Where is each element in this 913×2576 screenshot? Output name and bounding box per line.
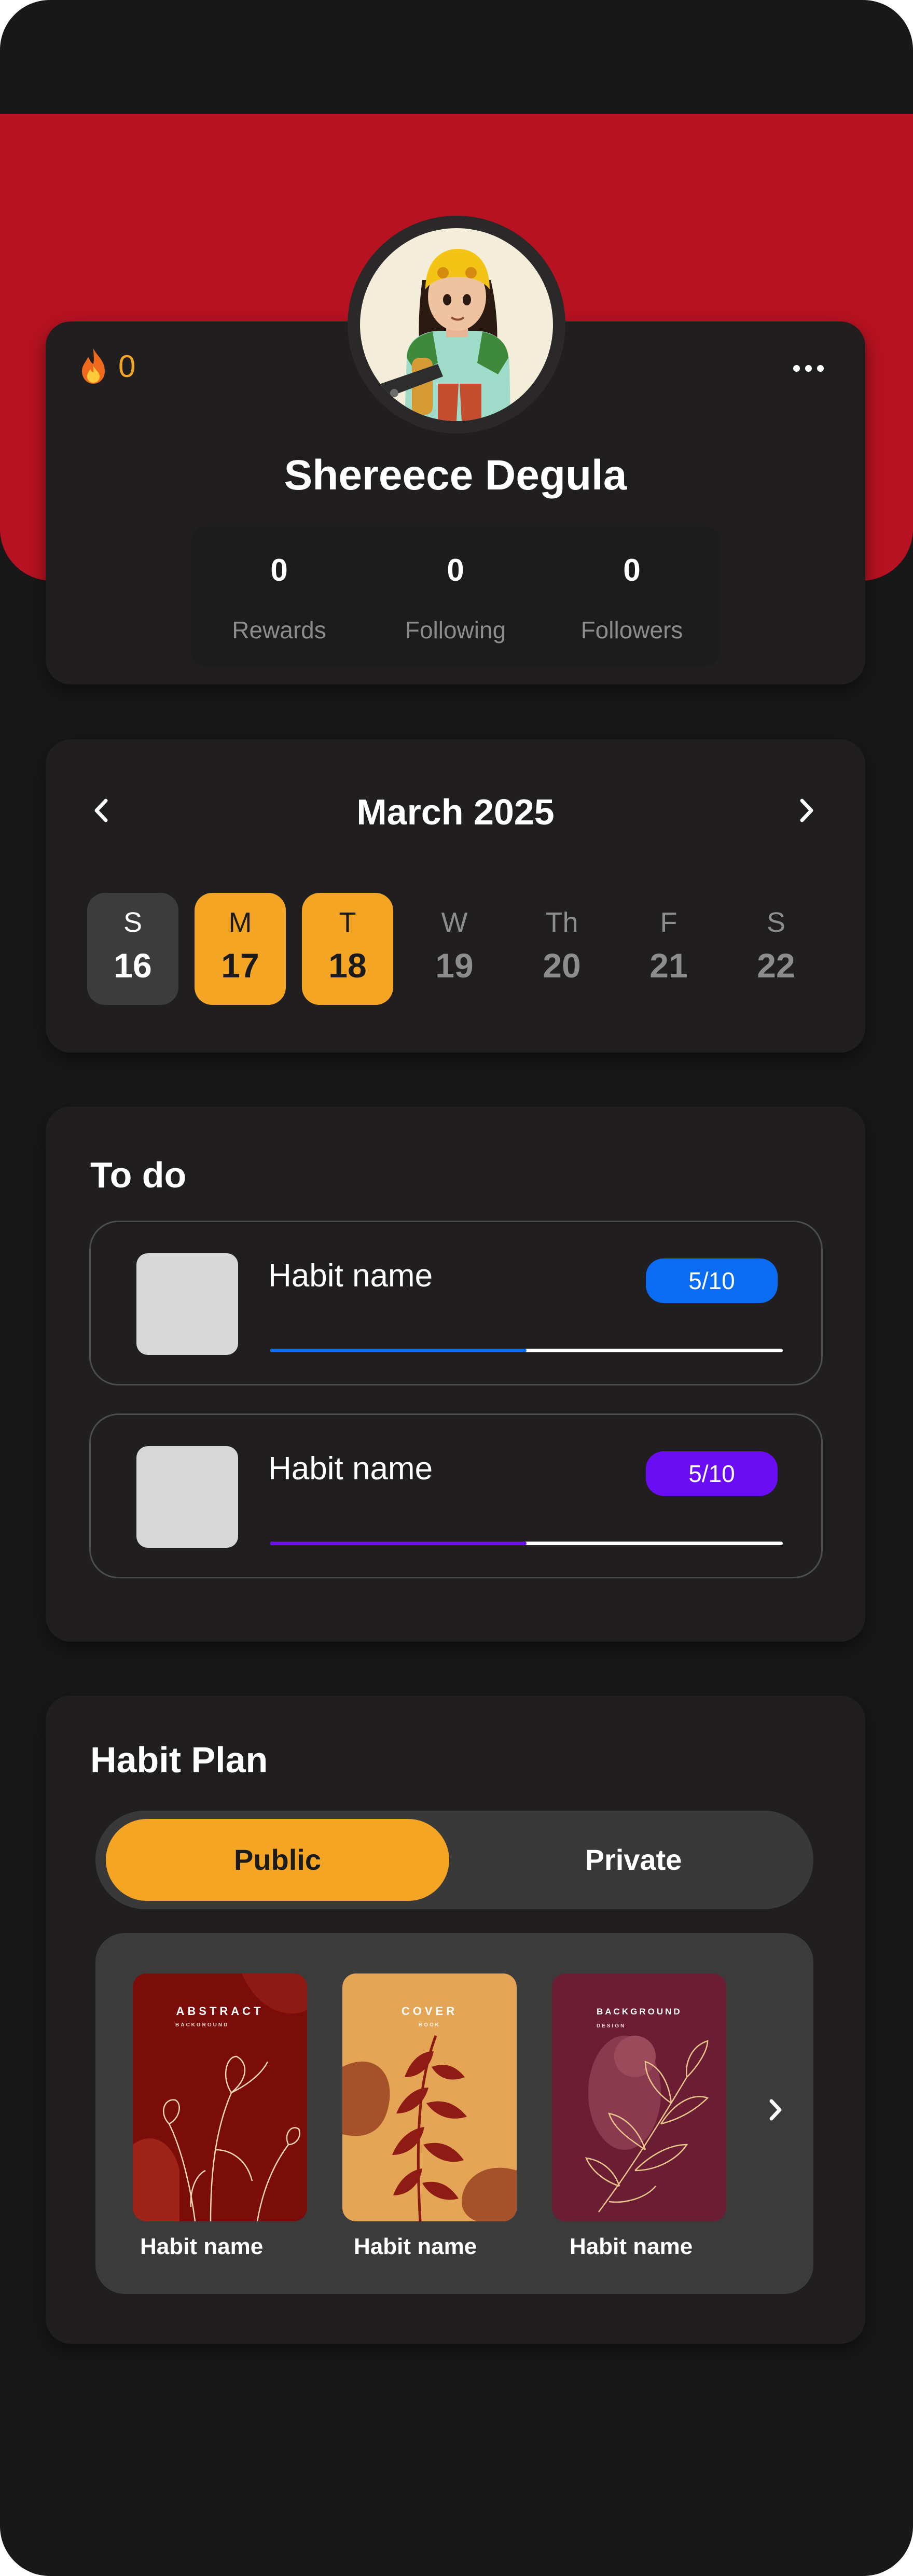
stat-following[interactable]: 0 Following bbox=[367, 526, 544, 666]
habit-plan-label: Habit name bbox=[354, 2234, 477, 2259]
more-options-button[interactable] bbox=[793, 365, 824, 372]
calendar-day[interactable]: M 17 bbox=[195, 893, 286, 1005]
day-date: 19 bbox=[435, 946, 474, 985]
habit-progress-fill bbox=[270, 1349, 527, 1352]
carousel-next-button[interactable] bbox=[768, 2098, 783, 2124]
calendar-day[interactable]: T 18 bbox=[302, 893, 393, 1005]
calendar-day[interactable]: S 22 bbox=[730, 893, 822, 1005]
chevron-right-icon bbox=[800, 799, 813, 822]
habit-plan-cover[interactable]: COVER BOOK bbox=[342, 1973, 517, 2221]
day-name: M bbox=[228, 907, 252, 938]
cover-subtitle: DESIGN bbox=[597, 2023, 626, 2029]
day-date: 22 bbox=[757, 946, 795, 985]
habit-plan-title: Habit Plan bbox=[90, 1740, 268, 1780]
calendar-month-title: March 2025 bbox=[356, 792, 555, 832]
stat-label: Following bbox=[405, 617, 506, 643]
next-month-button[interactable] bbox=[798, 797, 815, 826]
day-name: Th bbox=[545, 907, 578, 938]
cover-subtitle: BOOK bbox=[419, 2022, 440, 2028]
day-name: W bbox=[441, 907, 468, 938]
day-name: S bbox=[766, 907, 786, 938]
stat-value: 0 bbox=[623, 553, 641, 587]
cover-title: COVER bbox=[401, 2005, 458, 2018]
profile-name: Shereece Degula bbox=[284, 452, 627, 499]
day-date: 16 bbox=[114, 946, 152, 985]
habit-progress-badge: 5/10 bbox=[646, 1451, 778, 1496]
stat-value: 0 bbox=[447, 553, 464, 587]
calendar-day[interactable]: F 21 bbox=[623, 893, 714, 1005]
calendar-day[interactable]: Th 20 bbox=[516, 893, 607, 1005]
fire-icon bbox=[82, 348, 105, 384]
day-name: S bbox=[123, 907, 143, 938]
calendar-card: March 2025 S 16 M 17 T 18 W 19 Th 20 F 2… bbox=[46, 739, 865, 1053]
habit-plan-card: Habit Plan Public Private ABSTRACT BACKG… bbox=[46, 1696, 865, 2344]
public-tab[interactable]: Public bbox=[106, 1819, 449, 1901]
visibility-toggle: Public Private bbox=[95, 1811, 813, 1909]
habit-plan-carousel: ABSTRACT BACKGROUND Habit name COVER BOO… bbox=[95, 1933, 813, 2294]
todo-title: To do bbox=[90, 1155, 187, 1195]
streak-counter: 0 bbox=[78, 347, 135, 385]
stat-label: Rewards bbox=[232, 617, 326, 643]
habit-thumbnail bbox=[136, 1446, 238, 1548]
streak-count: 0 bbox=[118, 348, 136, 384]
day-name: T bbox=[339, 907, 356, 938]
habit-progress-badge: 5/10 bbox=[646, 1258, 778, 1303]
habit-thumbnail bbox=[136, 1253, 238, 1355]
habit-progress-fill bbox=[270, 1542, 527, 1545]
habit-plan-label: Habit name bbox=[570, 2234, 693, 2259]
habit-name: Habit name bbox=[268, 1258, 433, 1294]
day-date: 18 bbox=[328, 946, 367, 985]
todo-card: To do Habit name 5/10 Habit name 5/10 bbox=[46, 1107, 865, 1642]
habit-name: Habit name bbox=[268, 1451, 433, 1487]
cover-subtitle: BACKGROUND bbox=[175, 2022, 229, 2028]
cover-title: ABSTRACT bbox=[176, 2005, 264, 2018]
day-date: 17 bbox=[221, 946, 259, 985]
habit-item[interactable]: Habit name 5/10 bbox=[89, 1221, 823, 1385]
habit-plan-cover[interactable]: BACKGROUND DESIGN bbox=[552, 1973, 726, 2221]
chevron-right-icon bbox=[769, 2099, 782, 2121]
profile-stats: 0 Rewards 0 Following 0 Followers bbox=[191, 526, 720, 666]
calendar-day[interactable]: W 19 bbox=[409, 893, 500, 1005]
more-dots-icon bbox=[793, 365, 824, 372]
day-date: 21 bbox=[649, 946, 688, 985]
habit-plan-label: Habit name bbox=[140, 2234, 264, 2259]
calendar-day[interactable]: S 16 bbox=[87, 893, 178, 1005]
day-name: F bbox=[660, 907, 677, 938]
app-screen: 0 Shereece Degula 0 Rewards 0 Following … bbox=[0, 0, 913, 2576]
private-tab[interactable]: Private bbox=[462, 1819, 805, 1901]
avatar-image bbox=[360, 228, 553, 421]
stat-followers[interactable]: 0 Followers bbox=[544, 526, 720, 666]
stat-rewards[interactable]: 0 Rewards bbox=[191, 526, 367, 666]
habit-progress-track bbox=[270, 1542, 783, 1545]
habit-progress-track bbox=[270, 1349, 783, 1352]
stat-value: 0 bbox=[270, 553, 288, 587]
stat-label: Followers bbox=[580, 617, 683, 643]
habit-plan-cover[interactable]: ABSTRACT BACKGROUND bbox=[133, 1973, 307, 2221]
day-date: 20 bbox=[543, 946, 581, 985]
avatar[interactable] bbox=[348, 216, 565, 433]
cover-title: BACKGROUND bbox=[597, 2007, 682, 2017]
habit-item[interactable]: Habit name 5/10 bbox=[89, 1413, 823, 1578]
